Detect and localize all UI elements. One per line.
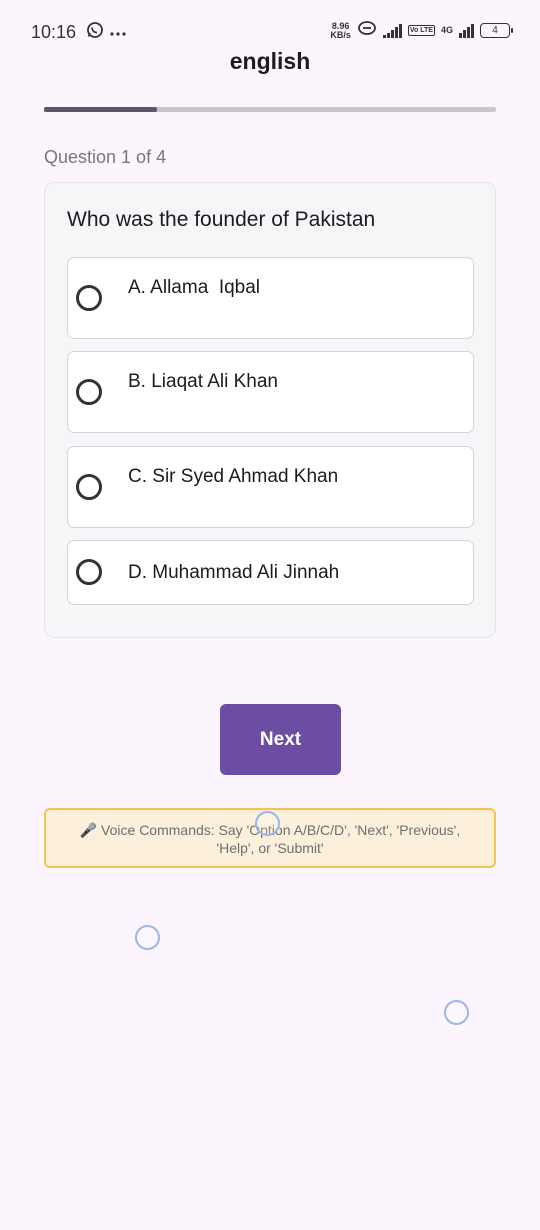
status-right-icons: 8.96 KB/s Vo LTE 4G 4 (330, 20, 513, 41)
question-card: Who was the founder of Pakistan A. Allam… (44, 182, 496, 638)
more-notifications-icon (110, 24, 126, 42)
volte-icon: Vo LTE (407, 25, 435, 36)
network-type: 4G (441, 26, 453, 35)
option-a[interactable]: A. Allama Iqbal (67, 257, 474, 339)
whatsapp-icon (86, 21, 104, 44)
radio-icon[interactable] (76, 474, 102, 500)
option-label: A. Allama Iqbal (128, 277, 261, 298)
question-counter: Question 1 of 4 (44, 147, 167, 167)
network-speed-unit: KB/s (330, 29, 351, 40)
network-type-label: 4G (440, 25, 453, 35)
signal-icon-1 (382, 23, 402, 38)
next-button[interactable]: Next (220, 704, 341, 775)
page-title: english (229, 48, 311, 74)
battery-icon: 4 (480, 23, 513, 38)
touch-indicator (135, 925, 160, 950)
option-b[interactable]: B. Liaqat Ali Khan (67, 351, 474, 433)
status-left-icons (86, 21, 126, 44)
touch-indicator (255, 811, 280, 836)
touch-indicator (444, 1000, 469, 1025)
quiz-progress-bar (44, 107, 496, 112)
voice-commands-line2: 'Help', or 'Submit' (216, 840, 324, 856)
network-speed: 8.96 KB/s (330, 21, 351, 40)
radio-icon[interactable] (76, 379, 102, 405)
radio-icon[interactable] (76, 559, 102, 585)
radio-icon[interactable] (76, 285, 102, 311)
quiz-progress-fill (44, 107, 157, 112)
option-d[interactable]: D. Muhammad Ali Jinnah (67, 540, 474, 605)
option-label: B. Liaqat Ali Khan (128, 371, 278, 392)
hotspot-link-icon (357, 20, 377, 41)
signal-icon-2 (459, 23, 474, 38)
option-c[interactable]: C. Sir Syed Ahmad Khan (67, 446, 474, 528)
option-label: D. Muhammad Ali Jinnah (128, 562, 340, 583)
question-text: Who was the founder of Pakistan (67, 208, 376, 231)
option-label: C. Sir Syed Ahmad Khan (128, 466, 339, 487)
status-time: 10:16 (31, 22, 77, 42)
